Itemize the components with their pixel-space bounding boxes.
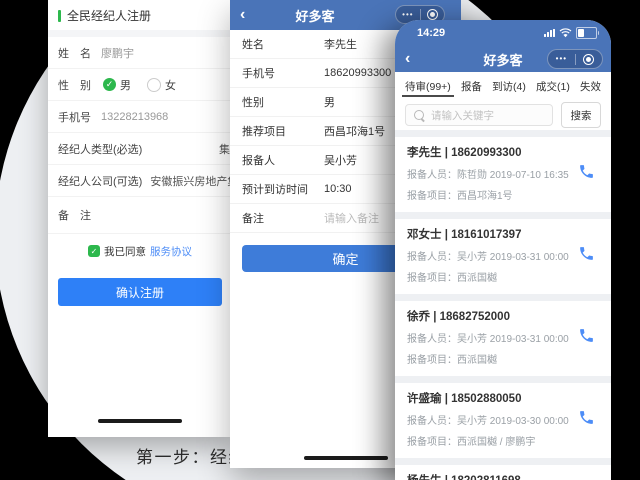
customer-row[interactable]: 许盛瑜 | 18502880050 报备人员：吴小芳 2019-03-30 00… bbox=[395, 383, 611, 458]
navbar: ‹ 好多客 ••• bbox=[395, 46, 611, 72]
status-bar: 14:29 bbox=[395, 20, 611, 46]
miniprogram-capsule: ••• bbox=[547, 49, 603, 69]
service-agreement-link[interactable]: 服务协议 bbox=[150, 244, 192, 259]
male-option-label[interactable]: 男 bbox=[120, 77, 131, 93]
agent-type-row[interactable]: 经纪人类型(必选) 集 bbox=[48, 133, 232, 165]
tab-expired[interactable]: 失效 bbox=[580, 72, 601, 100]
tab-report[interactable]: 报备 bbox=[461, 72, 482, 100]
name-label: 姓 名 bbox=[58, 47, 91, 60]
divider-band bbox=[48, 30, 232, 37]
search-placeholder: 请输入关键字 bbox=[431, 109, 494, 122]
name-value: 廖鹏宇 bbox=[101, 47, 134, 60]
name-field-row[interactable]: 姓 名 廖鹏宇 bbox=[48, 37, 232, 69]
capsule-divider bbox=[574, 53, 576, 65]
page-title: 全民经纪人注册 bbox=[48, 0, 232, 30]
search-section: 请输入关键字 搜索 bbox=[395, 100, 611, 130]
home-indicator bbox=[98, 419, 182, 423]
title-accent-bar bbox=[58, 9, 61, 22]
agent-company-label: 经纪人公司(可选) bbox=[58, 175, 143, 188]
marketing-canvas: 第一步：经纪人注册 全民经纪人注册 姓 名 廖鹏宇 性 别 ✓ 男 女 手机号 … bbox=[0, 0, 640, 480]
wifi-icon bbox=[559, 28, 572, 38]
gender-field-row: 性 别 ✓ 男 女 bbox=[48, 69, 232, 101]
customer-row[interactable]: 邓女士 | 18161017397 报备人员：吴小芳 2019-03-31 00… bbox=[395, 219, 611, 294]
tab-deal[interactable]: 成交(1) bbox=[536, 72, 570, 100]
close-target-icon[interactable] bbox=[426, 9, 438, 20]
remark-row[interactable]: 备 注 bbox=[48, 197, 232, 234]
agent-type-value: 集 bbox=[219, 143, 230, 156]
tab-bar: 待审(99+) 报备 到访(4) 成交(1) 失效 bbox=[395, 72, 611, 100]
customer-row[interactable]: 李先生 | 18620993300 报备人员：陈哲勋 2019-07-10 16… bbox=[395, 137, 611, 212]
registration-screen: 全民经纪人注册 姓 名 廖鹏宇 性 别 ✓ 男 女 手机号 1322821396… bbox=[48, 0, 232, 437]
capsule-divider bbox=[419, 9, 421, 20]
more-icon[interactable]: ••• bbox=[556, 55, 567, 63]
agent-company-value: 安徽振兴房地产集团有 bbox=[150, 175, 232, 188]
remark-label: 备 注 bbox=[58, 210, 91, 222]
call-icon[interactable] bbox=[578, 163, 595, 180]
customer-row[interactable]: 徐乔 | 18682752000 报备人员：吴小芳 2019-03-31 00:… bbox=[395, 301, 611, 376]
search-icon bbox=[414, 110, 424, 120]
call-icon[interactable] bbox=[578, 327, 595, 344]
confirm-register-button[interactable]: 确认注册 bbox=[58, 278, 222, 306]
gender-label: 性 别 bbox=[58, 79, 91, 92]
agent-type-label: 经纪人类型(必选) bbox=[58, 143, 143, 156]
app-title: 好多客 bbox=[295, 8, 335, 24]
battery-icon bbox=[576, 27, 599, 39]
agent-company-row[interactable]: 经纪人公司(可选) 安徽振兴房地产集团有 bbox=[48, 165, 232, 197]
agree-text: 我已同意 bbox=[104, 245, 146, 258]
remark-placeholder: 请输入备注 bbox=[324, 213, 379, 225]
tab-visited[interactable]: 到访(4) bbox=[492, 72, 526, 100]
status-icons bbox=[544, 27, 599, 39]
radio-unchecked-icon[interactable] bbox=[147, 77, 161, 92]
radio-checked-icon[interactable]: ✓ bbox=[103, 78, 116, 91]
agree-checkbox-icon[interactable]: ✓ bbox=[88, 245, 100, 257]
agreement-row: ✓ 我已同意 服务协议 bbox=[48, 234, 232, 268]
phone-value: 13228213968 bbox=[101, 110, 169, 123]
customer-list-screen: 14:29 ‹ 好多客 ••• 待审(99+) 报备 到访(4) 成交(1) 失… bbox=[395, 20, 611, 480]
tab-pending[interactable]: 待审(99+) bbox=[402, 72, 454, 100]
phone-label: 手机号 bbox=[58, 111, 91, 124]
search-input[interactable]: 请输入关键字 bbox=[405, 104, 553, 126]
customer-row[interactable]: 杨先生 | 18202811698 报备人员：吴小芳 2019-03-30 00… bbox=[395, 465, 611, 480]
close-target-icon[interactable] bbox=[583, 53, 595, 65]
clock: 14:29 bbox=[417, 27, 446, 39]
search-button[interactable]: 搜索 bbox=[561, 102, 601, 128]
phone-field-row[interactable]: 手机号 13228213968 bbox=[48, 101, 232, 133]
call-icon[interactable] bbox=[578, 245, 595, 262]
signal-icon bbox=[544, 29, 555, 37]
call-icon[interactable] bbox=[578, 409, 595, 426]
female-option-label[interactable]: 女 bbox=[165, 77, 176, 93]
home-indicator bbox=[303, 456, 388, 460]
more-icon[interactable]: ••• bbox=[402, 10, 413, 19]
